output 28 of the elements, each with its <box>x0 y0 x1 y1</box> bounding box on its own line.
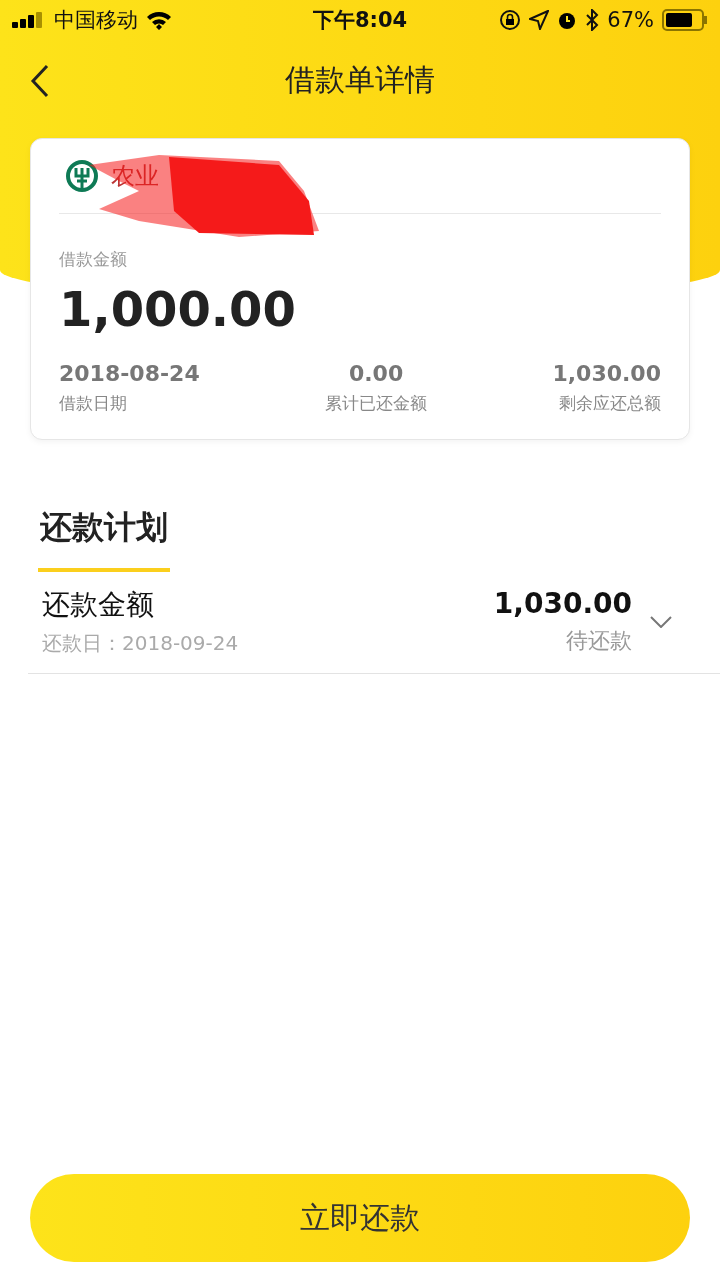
section-tab[interactable]: 还款计划 <box>38 498 170 572</box>
chevron-icon[interactable] <box>650 615 672 628</box>
repay-now-button[interactable]: 立即还款 <box>30 1174 690 1262</box>
bluetooth-icon <box>585 9 600 31</box>
stat-label: 借款日期 <box>59 392 128 415</box>
alarm-icon <box>557 10 578 30</box>
stat-label: 累计已还金额 <box>325 392 428 415</box>
bank-logo-icon <box>65 159 99 193</box>
rotation-lock-icon <box>499 9 522 31</box>
status-time: 下午8:04 <box>312 7 408 34</box>
wifi-icon <box>146 10 172 30</box>
bank-name: 农业 <box>111 161 159 192</box>
due-date: 还款日：2018-09-24 <box>42 630 240 657</box>
stat-value: 1,030.00 <box>552 361 661 386</box>
chevron-left-icon <box>30 64 50 98</box>
repay-amount: 1,030.00 <box>493 587 632 620</box>
stat-value: 0.00 <box>348 361 404 386</box>
loan-amount: 1,000.00 <box>59 281 297 337</box>
stat-label: 剩余应还总额 <box>559 392 661 415</box>
battery-percent: 67% <box>607 8 654 32</box>
amount-label: 借款金额 <box>59 248 128 271</box>
battery-icon <box>662 9 708 31</box>
location-arrow-icon <box>529 10 550 30</box>
page-title: 借款单详情 <box>285 60 435 99</box>
carrier-name: 中国移动 <box>54 7 138 34</box>
row-title: 还款金额 <box>42 587 155 623</box>
repay-status: 待还款 <box>566 627 632 655</box>
stat-value: 2018-08-24 <box>59 361 200 386</box>
